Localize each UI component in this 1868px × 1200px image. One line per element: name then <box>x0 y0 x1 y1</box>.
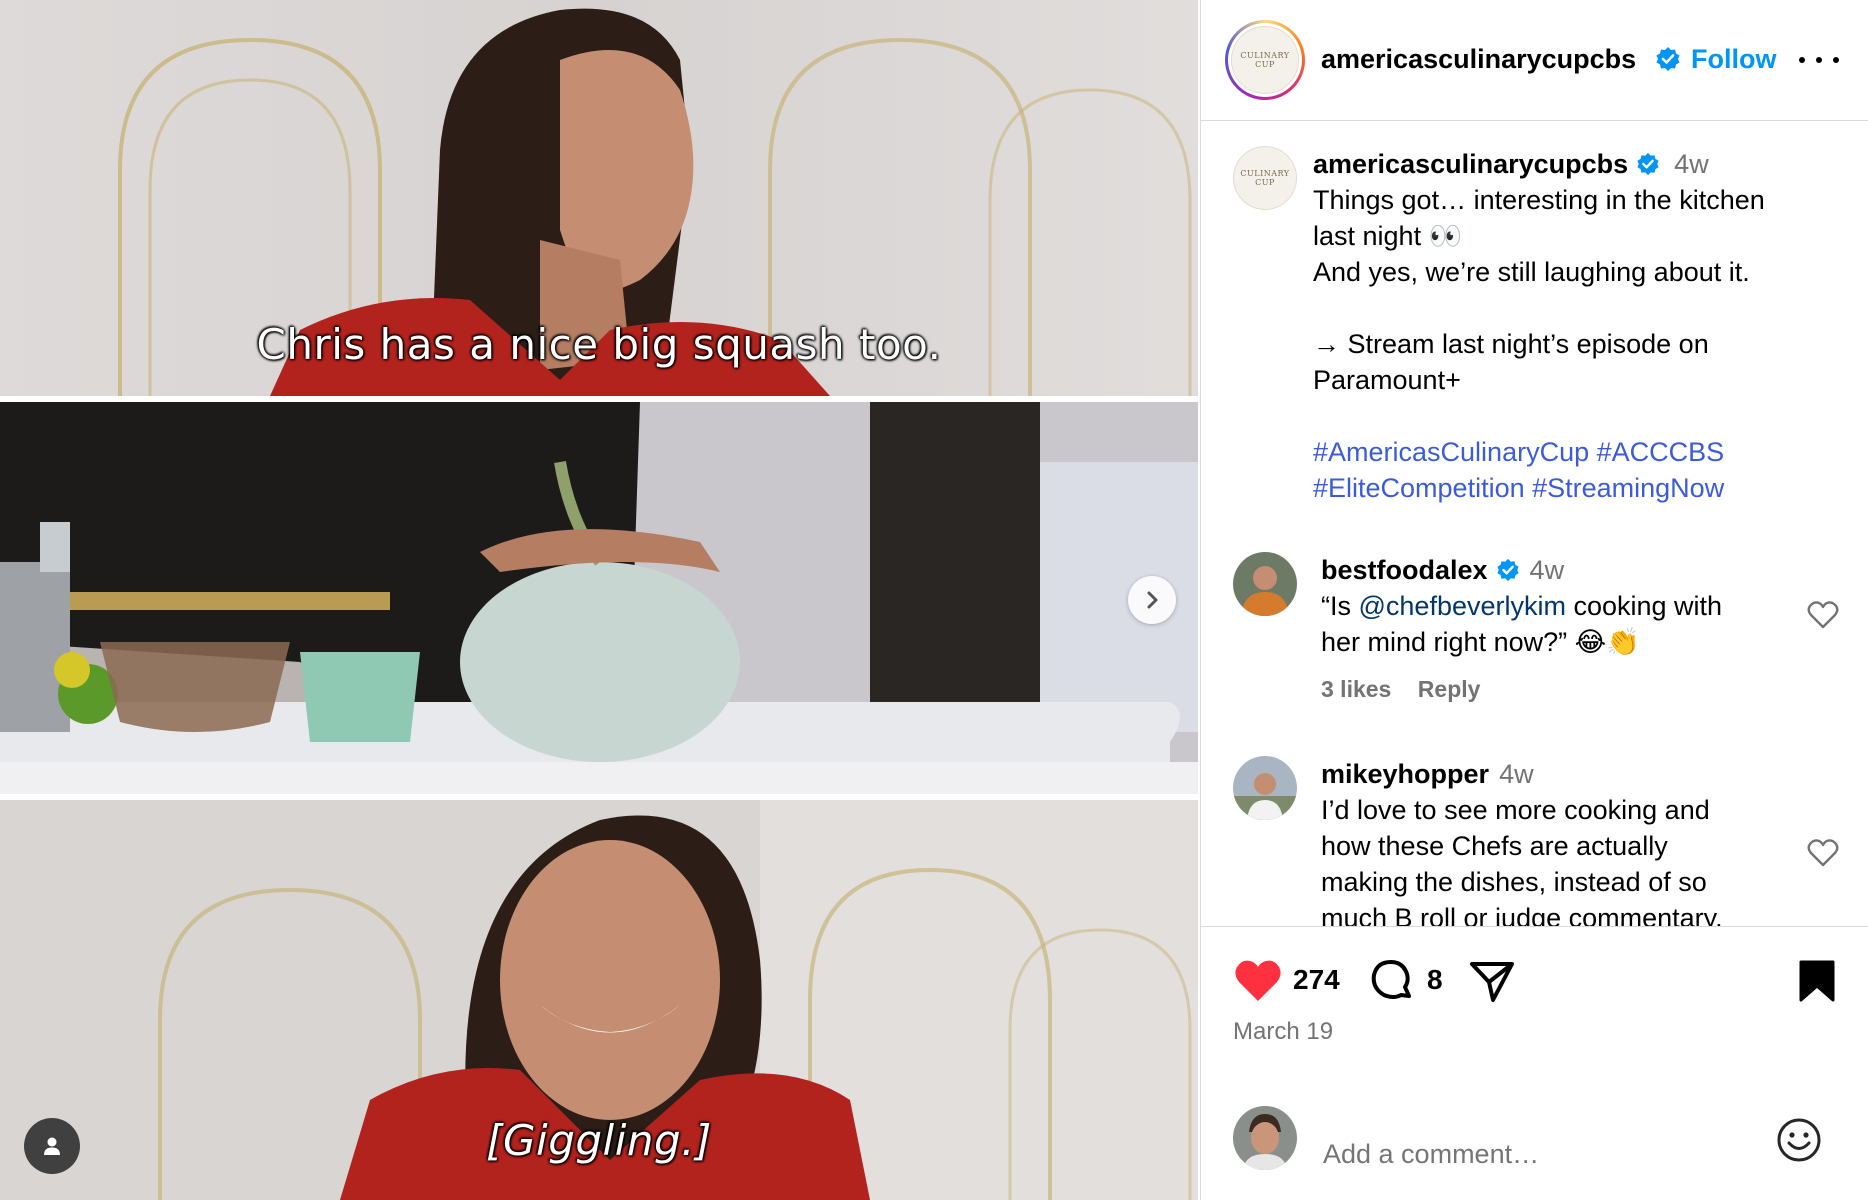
comment-time: 4w <box>1499 758 1534 789</box>
comments-scroll-area[interactable]: CULINARY CUP americasculinarycupcbs 4w T… <box>1201 122 1868 926</box>
comment-username[interactable]: mikeyhopper <box>1321 759 1489 790</box>
commenter-avatar[interactable] <box>1233 552 1297 616</box>
heart-outline-icon[interactable] <box>1807 600 1839 630</box>
bookmark-filled-icon[interactable] <box>1797 958 1837 1004</box>
reply-button[interactable]: Reply <box>1418 676 1481 702</box>
carousel-next-button[interactable] <box>1128 576 1176 624</box>
verified-icon <box>1637 152 1659 176</box>
verified-icon <box>1656 47 1680 71</box>
comment-text: I’d love to see more cooking and how the… <box>1321 795 1723 926</box>
logo-text-line2: CUP <box>1255 60 1275 69</box>
hashtags[interactable]: #AmericasCulinaryCup #ACCCBS <box>1313 434 1853 470</box>
comment-text: “Is @chefbeverlykim cooking with her min… <box>1321 591 1723 657</box>
caption-line: And yes, we’re still laughing about it. <box>1313 257 1750 287</box>
caption-avatar[interactable]: CULINARY CUP <box>1233 146 1297 210</box>
story-ring[interactable]: CULINARY CUP <box>1225 20 1305 100</box>
more-options-button[interactable] <box>1799 44 1839 76</box>
mention-link[interactable]: @chefbeverlykim <box>1359 591 1566 621</box>
chevron-right-icon <box>1147 591 1158 609</box>
post-media[interactable]: Chris has a nice big squash too. [Giggli… <box>0 0 1198 1200</box>
caption-time: 4w <box>1674 148 1709 179</box>
follow-button[interactable]: Follow <box>1691 44 1776 75</box>
verified-icon <box>1496 558 1519 582</box>
caption-username[interactable]: americasculinarycupcbs <box>1313 149 1628 180</box>
emoji-icon[interactable] <box>1775 1116 1823 1164</box>
share-icon[interactable] <box>1469 960 1515 1004</box>
commenter-avatar[interactable] <box>1233 756 1297 820</box>
heart-outline-icon[interactable] <box>1807 838 1839 868</box>
post-date[interactable]: March 19 <box>1233 1018 1333 1046</box>
more-icon <box>1799 57 1805 63</box>
subtitle-bottom: [Giggling.] <box>486 1116 712 1165</box>
heart-filled-icon[interactable] <box>1233 958 1283 1004</box>
comment-input[interactable] <box>1323 1136 1743 1172</box>
comment-username[interactable]: bestfoodalex <box>1321 555 1488 586</box>
subtitle-top: Chris has a nice big squash too. <box>256 320 942 369</box>
post-header: CULINARY CUP americasculinarycupcbs Foll… <box>1201 0 1868 121</box>
like-count[interactable]: 274 <box>1293 964 1340 996</box>
caption-line: → Stream last night’s episode on <box>1313 329 1709 359</box>
comment-count[interactable]: 8 <box>1427 964 1443 996</box>
caption-line: Things got… interesting in the kitchen <box>1313 185 1765 215</box>
comment-icon[interactable] <box>1369 958 1415 1004</box>
caption-line: Paramount+ <box>1313 365 1461 395</box>
caption-line: last night 👀 <box>1313 221 1463 251</box>
current-user-avatar[interactable] <box>1233 1106 1297 1170</box>
user-tag-icon <box>44 1137 60 1155</box>
tagged-users-button[interactable] <box>24 1118 80 1174</box>
post-sidebar: CULINARY CUP americasculinarycupcbs Foll… <box>1200 0 1868 1200</box>
media-panel-middle <box>0 402 1198 794</box>
hashtags[interactable]: #EliteCompetition #StreamingNow <box>1313 470 1853 506</box>
logo-text-line1: CULINARY <box>1240 51 1290 60</box>
caption-text: Things got… interesting in the kitchen l… <box>1313 182 1853 506</box>
comment-likes[interactable]: 3 likes <box>1321 676 1391 702</box>
comment-composer <box>1201 1100 1868 1200</box>
divider <box>1201 926 1868 927</box>
account-avatar: CULINARY CUP <box>1231 26 1299 94</box>
header-username[interactable]: americasculinarycupcbs <box>1321 44 1636 75</box>
comment-time: 4w <box>1529 554 1565 585</box>
